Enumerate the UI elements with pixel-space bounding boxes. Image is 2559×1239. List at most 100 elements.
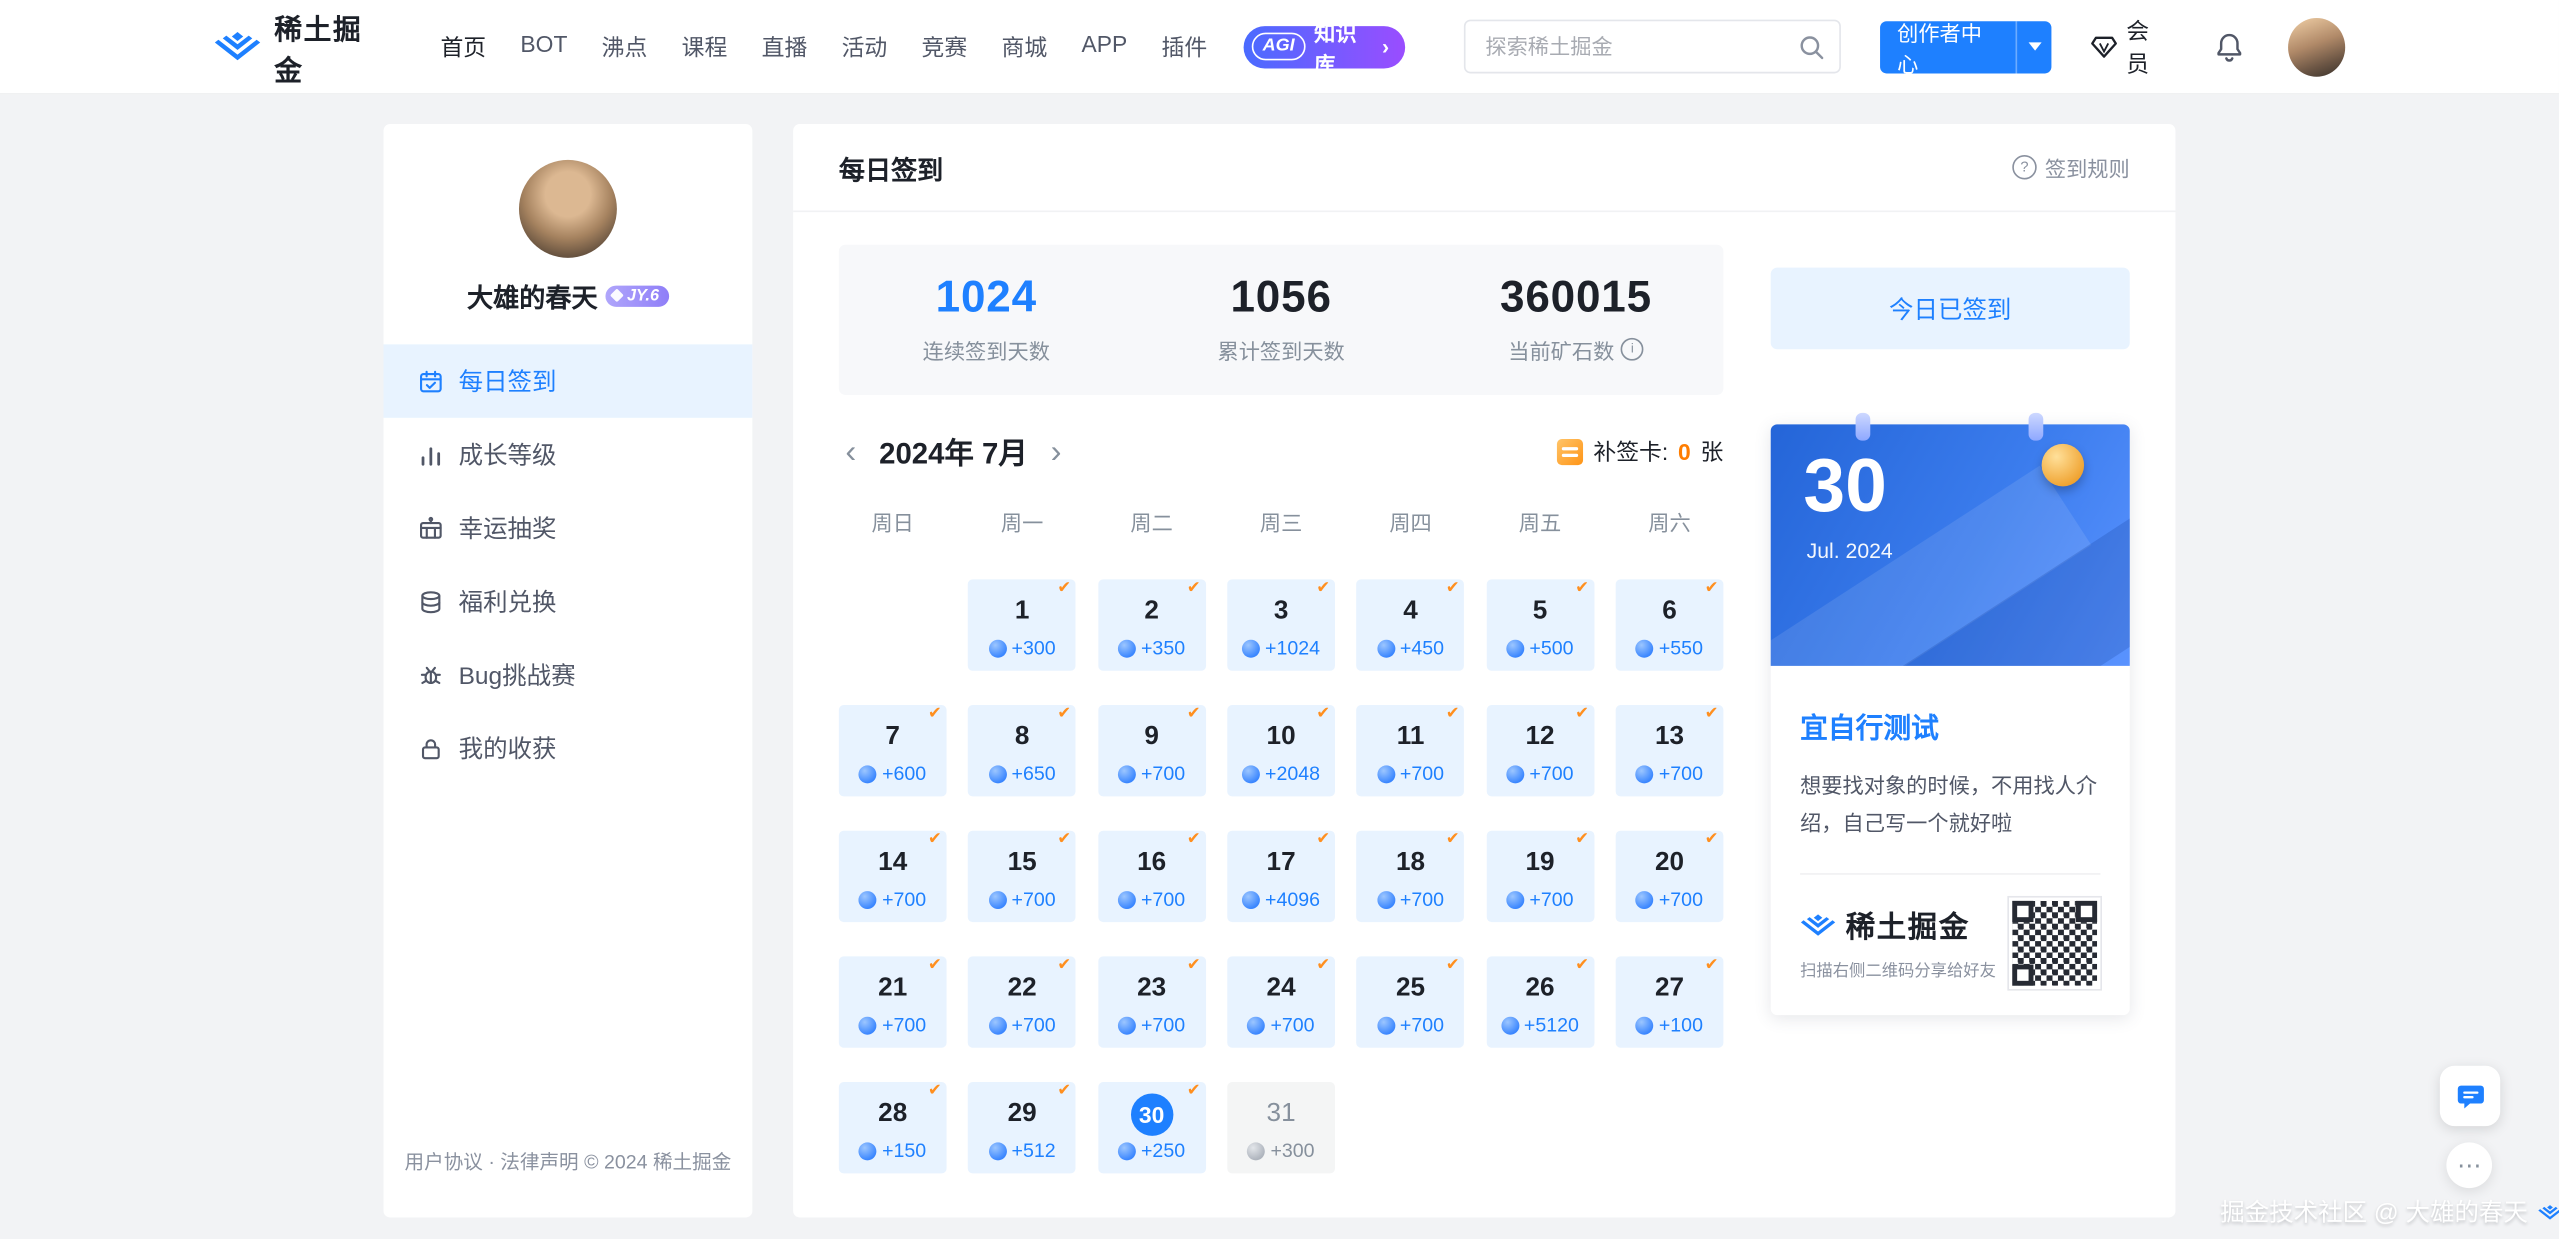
nav-item-live[interactable]: 直播: [762, 30, 808, 63]
check-icon: ✔: [927, 1082, 942, 1100]
sidebar-item-growth-level[interactable]: 成长等级: [384, 418, 753, 491]
level-badge-label: JY.6: [626, 286, 660, 305]
calendar-day-7[interactable]: ✔ 7 +600: [838, 705, 947, 797]
welfare-exchange-icon: [418, 588, 444, 614]
notifications-bell-icon[interactable]: [2213, 30, 2246, 63]
nav-item-activities[interactable]: 活动: [842, 30, 888, 63]
check-icon: ✔: [1704, 705, 1719, 723]
sidebar-item-lucky-draw[interactable]: 幸运抽奖: [384, 491, 753, 564]
check-icon: ✔: [1575, 705, 1589, 723]
day-bonus: +350: [1118, 636, 1185, 659]
ore-icon: [1242, 638, 1261, 657]
more-actions-button[interactable]: ⋯: [2446, 1142, 2493, 1189]
chat-bubble-icon: [2456, 1084, 2484, 1108]
nav-item-plugins[interactable]: 插件: [1161, 30, 1207, 63]
nav-item-app[interactable]: APP: [1081, 30, 1127, 63]
calendar-day-30[interactable]: ✔ 30 +250: [1097, 1082, 1206, 1174]
calendar-day-12[interactable]: ✔ 12 +700: [1486, 705, 1594, 797]
check-icon: ✔: [1445, 956, 1460, 975]
user-avatar[interactable]: [2288, 17, 2346, 76]
bonus-value: +700: [1270, 1013, 1315, 1037]
calendar-day-2[interactable]: ✔ 2 +350: [1097, 579, 1206, 671]
calendar-day-31[interactable]: 31 +300: [1227, 1082, 1335, 1174]
nav-item-bot[interactable]: BOT: [520, 30, 567, 63]
day-number: 16: [1137, 848, 1167, 877]
nav-item-shop[interactable]: 商城: [1002, 30, 1048, 63]
search-input[interactable]: [1464, 19, 1842, 74]
creator-center-button[interactable]: 创作者中心: [1880, 20, 2053, 76]
ore-icon: [1636, 890, 1654, 909]
calendar-day-4[interactable]: ✔ 4 +450: [1356, 579, 1465, 671]
calendar-day-22[interactable]: ✔ 22 +700: [968, 956, 1077, 1048]
promo-hero: 30 Jul. 2024: [1770, 424, 2130, 666]
calendar-day-8[interactable]: ✔ 8 +650: [968, 705, 1077, 797]
calendar-day-18[interactable]: ✔ 18 +700: [1356, 830, 1465, 923]
calendar-day-19[interactable]: ✔ 19 +700: [1486, 830, 1594, 923]
creator-center-caret-icon[interactable]: [2015, 20, 2052, 73]
calendar-day-6[interactable]: ✔ 6 +550: [1615, 579, 1724, 671]
calendar-day-27[interactable]: ✔ 27 +100: [1615, 956, 1724, 1048]
makeup-card-info[interactable]: 补签卡: 0 张: [1557, 436, 1723, 469]
sidebar-item-daily-checkin[interactable]: 每日签到: [383, 344, 753, 418]
calendar-day-25[interactable]: ✔ 25 +700: [1356, 956, 1465, 1048]
ore-icon: [988, 764, 1007, 783]
checkin-rules-link[interactable]: ? 签到规则: [2012, 152, 2130, 183]
sidebar-item-bug-challenge[interactable]: Bug挑战赛: [384, 638, 753, 711]
calendar-day-5[interactable]: ✔ 5 +500: [1486, 579, 1594, 671]
ore-icon: [859, 890, 878, 909]
calendar-day-10[interactable]: ✔ 10 +2048: [1227, 705, 1335, 797]
next-month-button[interactable]: ›: [1044, 436, 1068, 469]
sidebar-item-my-rewards[interactable]: 我的收获: [384, 712, 753, 785]
member-link[interactable]: 会员: [2091, 14, 2170, 79]
check-icon: ✔: [927, 956, 942, 975]
profile-avatar[interactable]: [518, 159, 617, 258]
nav-item-competitions[interactable]: 竞赛: [922, 30, 968, 63]
signed-today-button[interactable]: 今日已签到: [1770, 267, 2130, 350]
calendar-day-11[interactable]: ✔ 11 +700: [1356, 705, 1465, 797]
calendar-day-23[interactable]: ✔ 23 +700: [1097, 956, 1206, 1048]
calendar-day-16[interactable]: ✔ 16 +700: [1097, 830, 1206, 923]
check-icon: ✔: [1704, 830, 1719, 849]
calendar-day-14[interactable]: ✔ 14 +700: [838, 830, 947, 923]
calendar-day-29[interactable]: ✔ 29 +512: [968, 1082, 1077, 1174]
calendar-day-21[interactable]: ✔ 21 +700: [838, 956, 947, 1048]
nav-item-pins[interactable]: 沸点: [602, 30, 648, 63]
agi-knowledge-badge[interactable]: AGI 知识库 ›: [1243, 20, 1406, 76]
calendar-day-28[interactable]: ✔ 28 +150: [838, 1082, 947, 1174]
nav-item-courses[interactable]: 课程: [682, 30, 728, 63]
feedback-chat-button[interactable]: [2439, 1065, 2501, 1127]
calendar-day-26[interactable]: ✔ 26 +5120: [1486, 956, 1594, 1048]
day-bonus: +300: [1247, 1139, 1315, 1162]
sidebar-item-welfare-exchange[interactable]: 福利兑换: [384, 565, 753, 638]
bonus-value: +700: [1399, 887, 1445, 911]
day-number: 17: [1266, 848, 1296, 877]
check-icon: ✔: [1057, 1082, 1072, 1100]
bonus-value: +700: [882, 1013, 927, 1037]
juejin-logo-icon: [214, 32, 261, 61]
calendar-day-17[interactable]: ✔ 17 +4096: [1227, 830, 1335, 923]
checkin-stats: 1024 连续签到天数 1056 累计签到天数 360015 当前矿石数 i: [838, 244, 1724, 395]
day-number: 2: [1144, 597, 1159, 626]
calendar-day-24[interactable]: ✔ 24 +700: [1227, 956, 1335, 1048]
ore-icon: [1118, 890, 1137, 909]
juejin-logo[interactable]: 稀土掘金: [214, 6, 388, 88]
ore-icon: [859, 1141, 878, 1160]
promo-card[interactable]: 30 Jul. 2024 宜自行测试 想要找对象的时候，不用找人介绍，自己写一个…: [1770, 412, 2130, 1015]
calendar-day-15[interactable]: ✔ 15 +700: [968, 830, 1077, 923]
nav-item-home[interactable]: 首页: [440, 30, 486, 63]
sidebar-item-label: 幸运抽奖: [458, 515, 557, 544]
calendar-day-20[interactable]: ✔ 20 +700: [1615, 830, 1724, 923]
bonus-value: +1024: [1265, 636, 1321, 660]
calendar-day-1[interactable]: ✔ 1 +300: [968, 579, 1077, 671]
calendar-day-3[interactable]: ✔ 3 +1024: [1227, 579, 1335, 671]
weekday-label: 周四: [1389, 510, 1432, 536]
day-bonus: +550: [1636, 636, 1703, 659]
prev-month-button[interactable]: ‹: [839, 436, 863, 469]
bonus-value: +700: [1658, 887, 1703, 911]
calendar-day-9[interactable]: ✔ 9 +700: [1097, 705, 1206, 797]
calendar-day-13[interactable]: ✔ 13 +700: [1615, 705, 1724, 797]
search-icon[interactable]: [1796, 31, 1829, 64]
bonus-value: +300: [1011, 636, 1056, 660]
makeup-card-icon: [1557, 439, 1584, 466]
my-rewards-icon: [418, 735, 444, 761]
